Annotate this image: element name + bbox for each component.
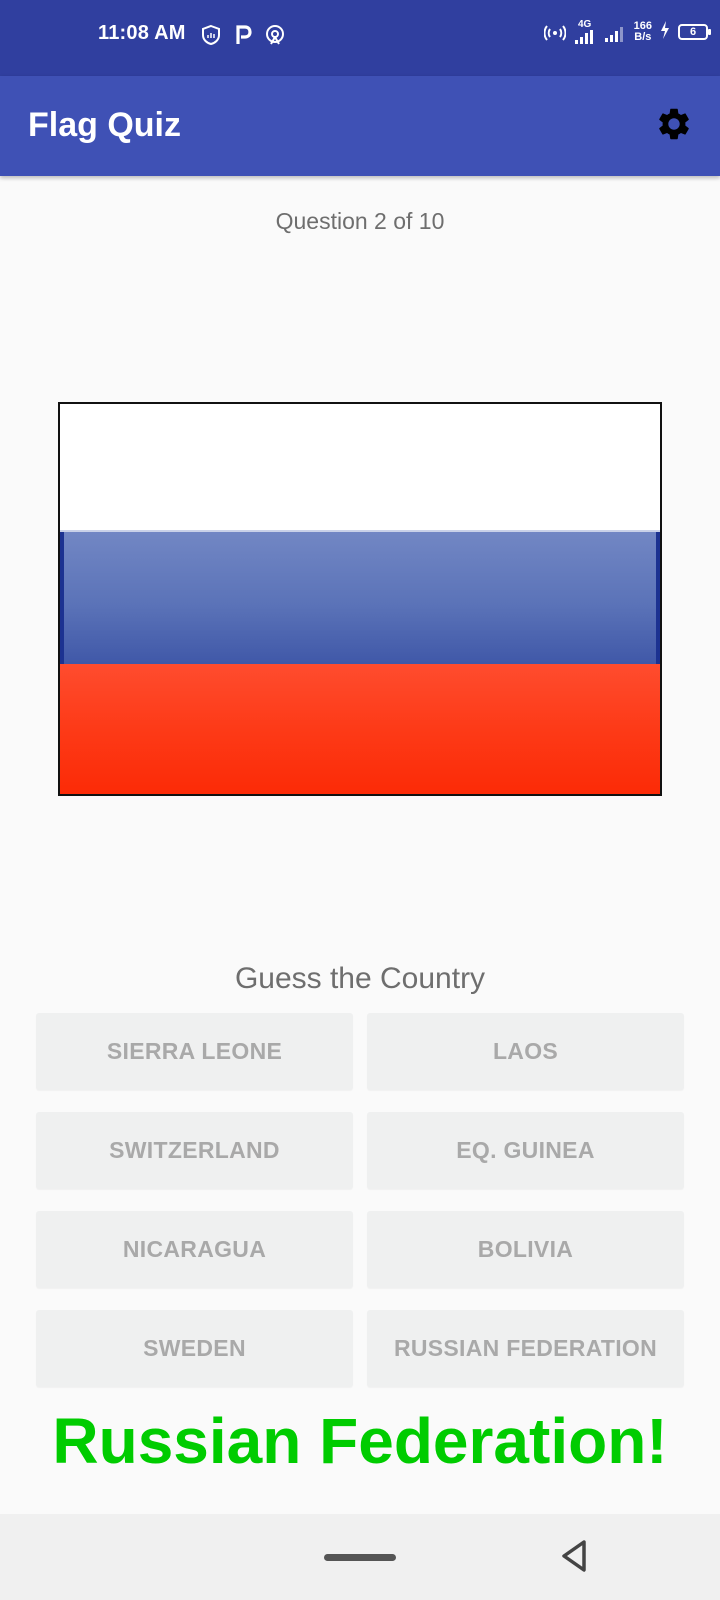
speed-unit: B/s xyxy=(634,31,652,43)
signal-icon: 4G xyxy=(574,20,596,44)
flag-stripe-red xyxy=(60,664,660,794)
answer-button[interactable]: BOLIVIA xyxy=(367,1211,684,1288)
status-bar: 11:08 AM 4G 166 B/s 6 xyxy=(0,0,720,76)
network-type: 4G xyxy=(577,19,592,30)
answer-button[interactable]: NICARAGUA xyxy=(36,1211,353,1288)
answer-grid: SIERRA LEONE LAOS SWITZERLAND EQ. GUINEA… xyxy=(36,1013,684,1387)
answer-button[interactable]: SWITZERLAND xyxy=(36,1112,353,1189)
hotspot-icon xyxy=(264,24,286,46)
back-icon[interactable] xyxy=(558,1538,590,1574)
answer-button[interactable]: SIERRA LEONE xyxy=(36,1013,353,1090)
battery-icon: 6 xyxy=(678,24,711,40)
answer-button[interactable]: RUSSIAN FEDERATION xyxy=(367,1310,684,1387)
network-speed: 166 B/s xyxy=(634,21,652,43)
flag-stripe-white xyxy=(60,404,660,531)
p-icon xyxy=(232,24,254,46)
result-text: Russian Federation! xyxy=(52,1405,668,1477)
signal-icon-2 xyxy=(604,21,626,43)
status-right-icons: 4G 166 B/s 6 xyxy=(543,20,711,44)
app-bar: Flag Quiz xyxy=(0,76,720,176)
flag-image xyxy=(58,402,662,796)
charging-icon xyxy=(660,20,670,44)
status-time: 11:08 AM xyxy=(98,22,186,44)
gear-icon xyxy=(655,105,693,148)
navigation-bar xyxy=(0,1514,720,1600)
app-title: Flag Quiz xyxy=(28,106,181,144)
question-progress: Question 2 of 10 xyxy=(275,208,445,234)
guess-prompt: Guess the Country xyxy=(234,962,486,995)
status-left-icons xyxy=(200,24,286,46)
answer-button[interactable]: SWEDEN xyxy=(36,1310,353,1387)
answer-button[interactable]: LAOS xyxy=(367,1013,684,1090)
flag-stripe-divider xyxy=(60,530,660,532)
flag-stripe-blue xyxy=(60,531,660,664)
home-gesture-handle[interactable] xyxy=(324,1554,396,1561)
shield-icon xyxy=(200,24,222,46)
wifi-calling-icon xyxy=(543,21,567,43)
settings-button[interactable] xyxy=(652,104,696,148)
answer-button[interactable]: EQ. GUINEA xyxy=(367,1112,684,1189)
